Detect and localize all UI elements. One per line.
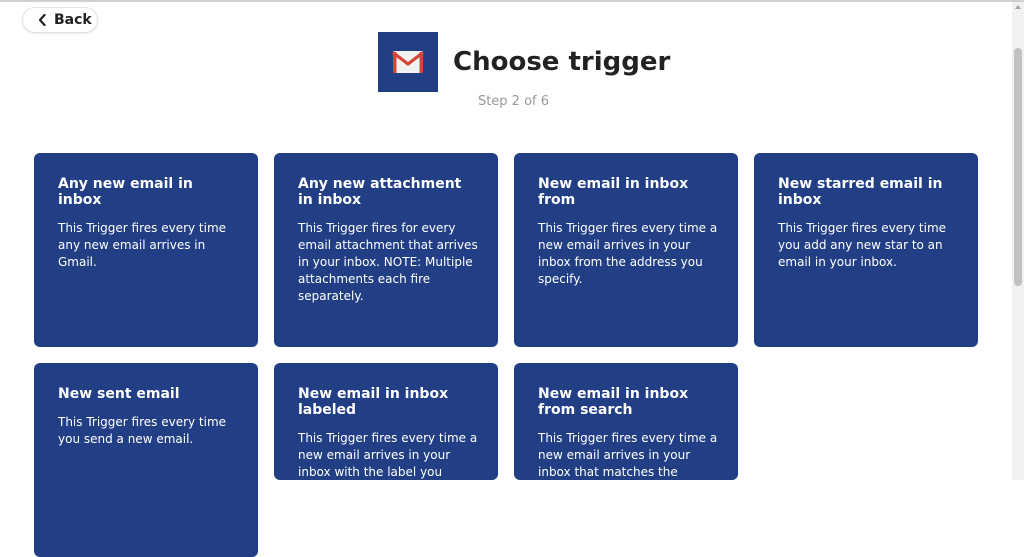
scroll-up-arrow-icon[interactable] [1015,5,1021,9]
page-header: Choose trigger [378,32,670,92]
trigger-title: New email in inbox from [538,176,689,208]
top-divider [0,0,1024,2]
trigger-description: This Trigger fires every time a new emai… [298,431,478,479]
trigger-description: This Trigger fires every time any new em… [58,221,227,269]
trigger-card-new-email-labeled[interactable]: New email in inbox labeled This Trigger … [274,363,498,480]
trigger-card-new-starred-email[interactable]: New starred email in inbox This Trigger … [754,153,978,347]
trigger-description: This Trigger fires every time a new emai… [538,221,718,286]
trigger-card-new-email-from[interactable]: New email in inbox from This Trigger fir… [514,153,738,347]
trigger-description: This Trigger fires every time you add an… [778,221,947,269]
step-indicator: Step 2 of 6 [477,94,550,109]
chevron-left-icon [38,14,46,26]
trigger-title: New sent email [58,386,180,402]
trigger-title: Any new email in inbox [58,176,193,208]
trigger-card-new-email-from-search[interactable]: New email in inbox from search This Trig… [514,363,738,480]
trigger-description: This Trigger fires every time you send a… [58,415,227,446]
trigger-card-any-new-email[interactable]: Any new email in inbox This Trigger fire… [34,153,258,347]
trigger-title: New email in inbox labeled [298,386,449,418]
back-button[interactable]: Back [22,7,98,33]
scrollbar[interactable] [1012,2,1024,480]
trigger-title: New starred email in inbox [778,176,943,208]
trigger-card-new-sent-email[interactable]: New sent email This Trigger fires every … [34,363,258,557]
page-title: Choose trigger [453,47,671,77]
trigger-title: Any new attachment in inbox [298,176,462,208]
trigger-card-any-new-attachment[interactable]: Any new attachment in inbox This Trigger… [274,153,498,347]
trigger-description: This Trigger fires for every email attac… [298,221,478,303]
gmail-icon [378,32,438,92]
trigger-title: New email in inbox from search [538,386,689,418]
scrollbar-thumb[interactable] [1014,48,1022,286]
trigger-description: This Trigger fires every time a new emai… [538,431,718,479]
back-label: Back [54,12,92,28]
